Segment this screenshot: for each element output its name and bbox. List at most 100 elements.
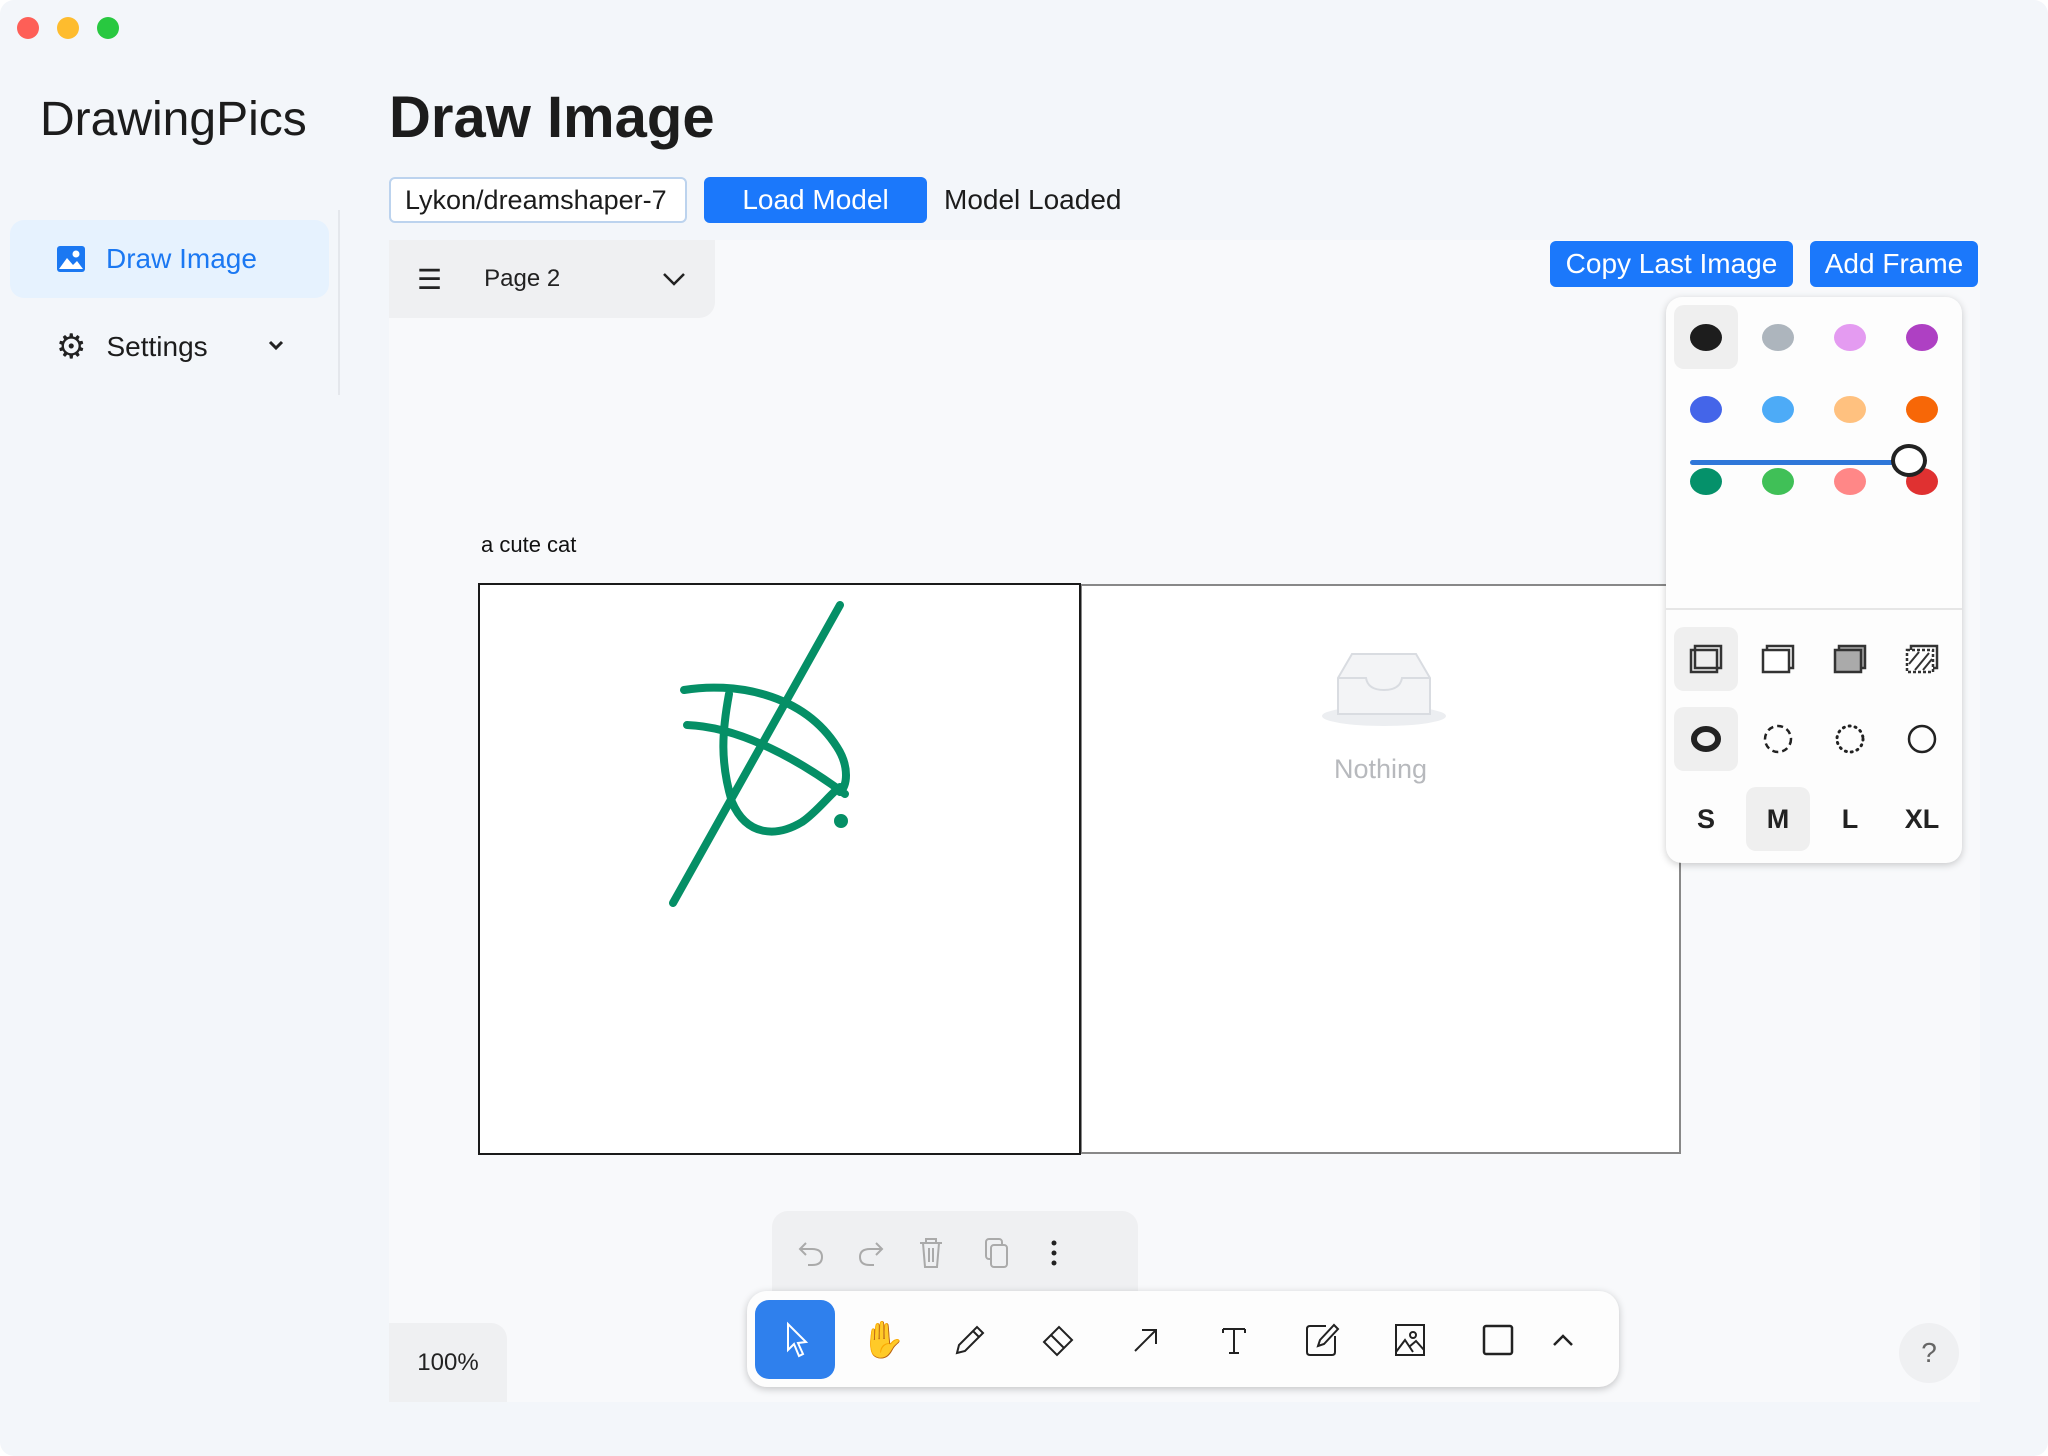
app-window: DrawingPics Draw Image ⚙ Settings Draw I… [0, 0, 2048, 1456]
color-dot [1906, 323, 1938, 351]
sidebar-item-settings[interactable]: ⚙ Settings [56, 326, 288, 368]
undo-icon [798, 1242, 824, 1266]
color-dot [1906, 395, 1938, 423]
dash-solid-button[interactable] [1890, 707, 1954, 771]
dash-dashed-icon [1763, 724, 1793, 754]
zoom-level[interactable]: 100% [389, 1323, 507, 1402]
fill-solid-icon [1833, 644, 1867, 674]
frame-label: a cute cat [481, 532, 577, 557]
copy-last-image-button[interactable]: Copy Last Image [1550, 241, 1793, 287]
color-dot [1690, 395, 1722, 423]
text-tool-button[interactable] [1194, 1300, 1274, 1379]
color-dot [1834, 395, 1866, 423]
fill-pattern-button[interactable] [1890, 627, 1954, 691]
image-tool-button[interactable] [1370, 1300, 1450, 1379]
dash-dashed-button[interactable] [1746, 707, 1810, 771]
fill-semi-button[interactable] [1746, 627, 1810, 691]
dash-dotted-icon [1835, 724, 1865, 754]
color-dot [1834, 467, 1866, 495]
chevron-up-icon [1553, 1333, 1573, 1346]
fill-none-button[interactable] [1674, 627, 1738, 691]
color-swatch[interactable] [1746, 377, 1810, 441]
color-dot [1690, 323, 1722, 351]
more-tools-button[interactable] [1533, 1300, 1593, 1379]
fill-solid-button[interactable] [1818, 627, 1882, 691]
size-m-button[interactable]: M [1746, 787, 1810, 851]
note-icon [1306, 1323, 1340, 1356]
opacity-slider-track[interactable] [1690, 460, 1922, 465]
color-swatch[interactable] [1890, 377, 1954, 441]
load-model-button[interactable]: Load Model [704, 177, 927, 223]
fill-none-icon [1689, 644, 1723, 674]
select-tool-button[interactable] [755, 1300, 835, 1379]
size-xl-button[interactable]: XL [1890, 787, 1954, 851]
sidebar-divider [338, 210, 340, 395]
sidebar-item-label: Settings [106, 331, 208, 362]
text-icon [1222, 1327, 1246, 1354]
color-swatch[interactable] [1818, 377, 1882, 441]
chevron-down-icon [268, 340, 283, 351]
color-swatch[interactable] [1890, 305, 1954, 369]
size-s-button[interactable]: S [1674, 787, 1738, 851]
opacity-slider-thumb[interactable] [1891, 444, 1927, 477]
hamburger-menu-icon[interactable]: ☰ [417, 263, 442, 296]
dash-dotted-button[interactable] [1818, 707, 1882, 771]
style-panel: S M L XL [1666, 297, 1962, 863]
pencil-icon [955, 1325, 985, 1354]
page-title: Draw Image [389, 85, 715, 150]
image-icon [1395, 1323, 1425, 1356]
panel-divider [1666, 608, 1962, 610]
action-bar [772, 1211, 1138, 1291]
stroke-dot [834, 814, 848, 828]
add-frame-button[interactable]: Add Frame [1810, 241, 1978, 287]
rectangle-tool-button[interactable] [1458, 1300, 1538, 1379]
page-name: Page 2 [484, 265, 561, 292]
dash-solid-icon [1907, 724, 1937, 754]
minimize-window-button[interactable] [57, 17, 79, 39]
size-l-button[interactable]: L [1818, 787, 1882, 851]
empty-label: Nothing [1333, 754, 1428, 784]
image-icon [57, 246, 85, 272]
gear-icon: ⚙ [56, 328, 87, 366]
hand-tool-button[interactable]: ✋ [843, 1300, 923, 1379]
sketch-strokes [669, 601, 850, 907]
fill-pattern-icon [1905, 644, 1939, 674]
eraser-icon [1042, 1325, 1074, 1356]
duplicate-icon [985, 1238, 1008, 1268]
output-frame[interactable]: Nothing [1080, 584, 1681, 1154]
color-dot [1834, 323, 1866, 351]
note-tool-button[interactable] [1282, 1300, 1362, 1379]
eraser-tool-button[interactable] [1018, 1300, 1098, 1379]
dash-draw-icon [1691, 726, 1721, 752]
model-input[interactable] [389, 177, 687, 223]
draw-tool-button[interactable] [930, 1300, 1010, 1379]
rectangle-icon [1482, 1324, 1514, 1355]
sidebar-item-draw-image[interactable]: Draw Image [10, 220, 329, 298]
arrow-icon [1134, 1328, 1157, 1352]
dash-draw-button[interactable] [1674, 707, 1738, 771]
cursor-icon [787, 1321, 809, 1357]
sidebar-item-label: Draw Image [106, 243, 257, 274]
help-button[interactable]: ? [1899, 1323, 1959, 1383]
redo-icon [858, 1242, 884, 1266]
tool-bar: ✋ [747, 1291, 1619, 1387]
chevron-down-icon [663, 273, 685, 286]
color-swatch[interactable] [1674, 377, 1738, 441]
color-swatch[interactable] [1746, 449, 1810, 513]
sketch-frame[interactable] [478, 583, 1081, 1155]
model-status: Model Loaded [944, 184, 1122, 215]
color-dot [1762, 323, 1794, 351]
arrow-tool-button[interactable] [1106, 1300, 1186, 1379]
color-swatch[interactable] [1818, 305, 1882, 369]
color-swatch[interactable] [1818, 449, 1882, 513]
color-swatch[interactable] [1746, 305, 1810, 369]
app-brand: DrawingPics [40, 93, 307, 146]
color-swatch[interactable] [1674, 449, 1738, 513]
color-swatch[interactable] [1674, 305, 1738, 369]
stroke-line [669, 601, 844, 907]
page-menu[interactable]: ☰ Page 2 [389, 240, 715, 318]
more-icon [1051, 1240, 1057, 1266]
fill-semi-icon [1761, 644, 1795, 674]
maximize-window-button[interactable] [97, 17, 119, 39]
close-window-button[interactable] [17, 17, 39, 39]
